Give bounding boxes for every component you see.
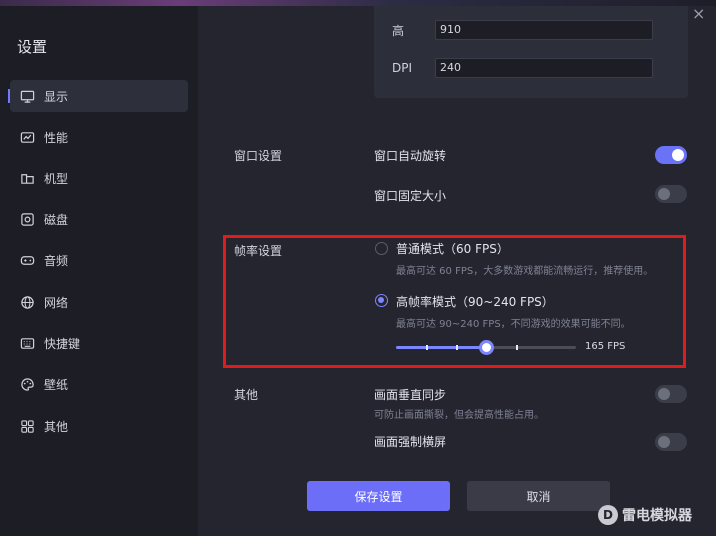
sidebar-item-label: 性能: [44, 130, 69, 145]
window-settings-label: 窗口设置: [234, 149, 283, 163]
toggle-knob: [672, 149, 684, 161]
sidebar-item-label: 壁纸: [44, 377, 69, 392]
height-input[interactable]: 910: [435, 20, 653, 40]
resolution-panel: 高 910 DPI 240: [374, 6, 688, 98]
sidebar-item-other[interactable]: 其他: [10, 410, 188, 442]
sidebar-item-shortcuts[interactable]: 快捷键: [10, 327, 188, 359]
fixed-size-label: 窗口固定大小: [374, 189, 447, 203]
sidebar-item-display[interactable]: 显示: [8, 80, 188, 112]
dpi-label: DPI: [392, 61, 413, 75]
sidebar-item-label: 磁盘: [44, 212, 69, 227]
vsync-desc: 可防止画面撕裂，但会提高性能占用。: [374, 410, 544, 421]
dpi-input[interactable]: 240: [435, 58, 653, 78]
sidebar-item-label: 显示: [44, 89, 69, 104]
toggle-knob: [658, 188, 670, 200]
sidebar-item-device-model[interactable]: 机型: [10, 162, 188, 194]
sidebar-item-label: 网络: [44, 295, 69, 310]
watermark-text: 雷电模拟器: [622, 508, 692, 524]
force-landscape-label: 画面强制横屏: [374, 435, 447, 449]
close-icon[interactable]: ×: [692, 4, 705, 23]
sidebar-item-label: 音频: [44, 253, 69, 268]
performance-icon: [20, 131, 35, 143]
sidebar: 设置 显示 性能 机型 磁盘 音频 网络 快捷键 壁纸 其他: [0, 6, 198, 536]
save-button[interactable]: 保存设置: [307, 481, 450, 511]
sidebar-title: 设置: [17, 38, 48, 56]
sidebar-item-disk[interactable]: 磁盘: [10, 203, 188, 235]
sidebar-item-label: 快捷键: [44, 336, 81, 351]
auto-rotate-toggle[interactable]: [655, 146, 687, 164]
grid-icon: [21, 419, 34, 433]
device-model-icon: [21, 173, 34, 184]
cancel-button[interactable]: 取消: [467, 481, 610, 511]
toggle-knob: [658, 388, 670, 400]
sidebar-item-wallpaper[interactable]: 壁纸: [10, 368, 188, 400]
gamepad-icon: [20, 255, 35, 265]
frame-rate-highlight-box: [223, 235, 686, 368]
vsync-toggle[interactable]: [655, 385, 687, 403]
ldplayer-logo-icon: D: [598, 505, 618, 525]
fixed-size-toggle[interactable]: [655, 185, 687, 203]
height-label: 高: [392, 24, 405, 38]
sidebar-item-network[interactable]: 网络: [10, 286, 188, 318]
sidebar-item-label: 机型: [44, 171, 69, 186]
active-indicator: [8, 89, 10, 103]
sidebar-item-audio[interactable]: 音频: [10, 244, 188, 276]
toggle-knob: [658, 436, 670, 448]
monitor-icon: [20, 90, 35, 103]
palette-icon: [21, 377, 34, 391]
disk-icon: [21, 212, 34, 226]
sidebar-item-performance[interactable]: 性能: [10, 121, 188, 153]
force-landscape-toggle[interactable]: [655, 433, 687, 451]
keyboard-icon: [20, 337, 35, 349]
auto-rotate-label: 窗口自动旋转: [374, 149, 447, 163]
globe-icon: [21, 295, 34, 309]
other-label: 其他: [234, 388, 259, 402]
watermark: D 雷电模拟器: [598, 505, 692, 525]
sidebar-item-label: 其他: [44, 419, 69, 434]
vsync-label: 画面垂直同步: [374, 388, 447, 402]
